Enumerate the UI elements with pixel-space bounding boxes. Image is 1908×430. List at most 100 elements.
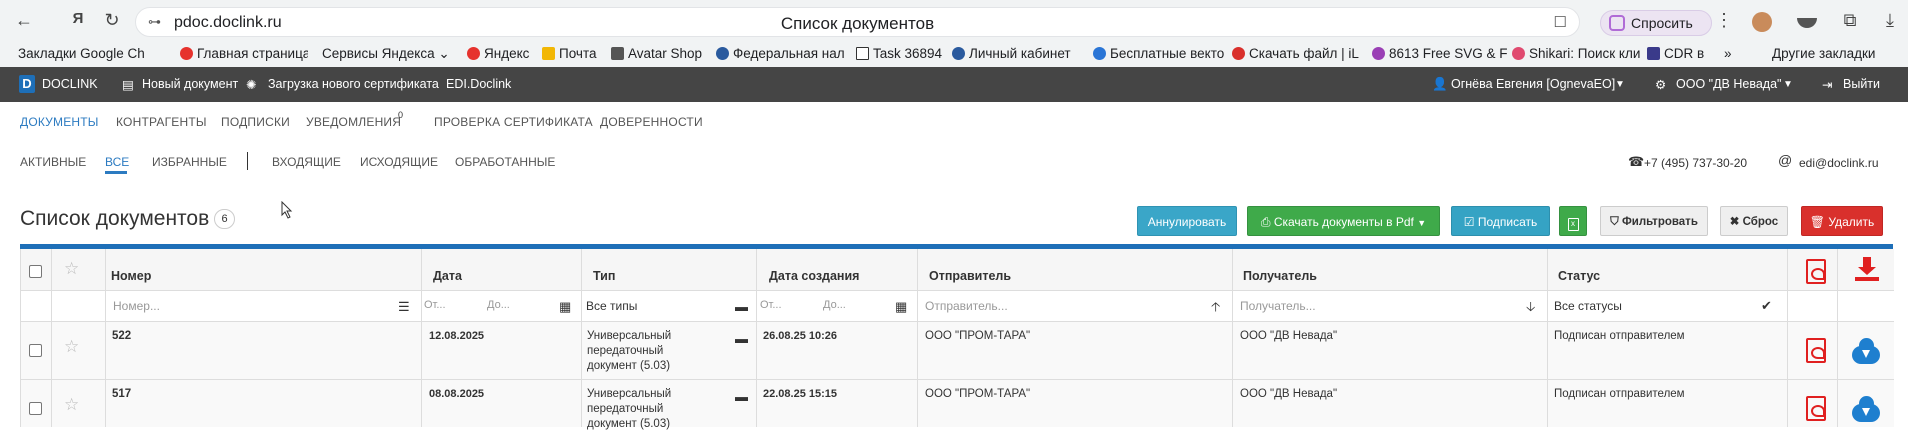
number-filter-input[interactable]: Номер... xyxy=(113,299,160,313)
tab-documents[interactable]: ДОКУМЕНТЫ xyxy=(20,115,99,129)
bookmark-item[interactable]: Главная страница xyxy=(180,46,308,61)
bookmark-item[interactable]: Закладки Google Ch xyxy=(18,46,158,61)
row-checkbox[interactable] xyxy=(29,344,42,357)
download-all-icon[interactable] xyxy=(1854,257,1880,283)
col-date[interactable]: Дата xyxy=(433,269,462,283)
extensions-icon[interactable]: ⧉ xyxy=(1838,10,1862,31)
arrow-down-icon[interactable]: 🡣 xyxy=(1526,298,1535,320)
tab-contractors[interactable]: КОНТРАГЕНТЫ xyxy=(116,115,207,129)
subtab-active[interactable]: АКТИВНЫЕ xyxy=(20,155,86,169)
reload-icon[interactable]: ↻ xyxy=(100,10,124,31)
list-icon[interactable]: ☰ xyxy=(398,299,410,315)
download-pdf-button[interactable]: ⎙ Скачать документы в Pdf ▼ xyxy=(1247,206,1440,236)
other-bookmarks[interactable]: Другие закладки xyxy=(1772,46,1902,61)
back-icon[interactable]: ← xyxy=(12,10,36,31)
folder-icon[interactable]: ▬ xyxy=(735,331,748,346)
bookmark-item[interactable]: Avatar Shop xyxy=(611,46,706,61)
bookmark-item[interactable]: Сервисы Яндекса ⌄ xyxy=(322,46,452,62)
logout-link[interactable]: Выйти xyxy=(1843,77,1880,91)
folder-icon[interactable]: ▬ xyxy=(735,299,748,314)
doc-number[interactable]: 517 xyxy=(112,388,131,400)
bookmark-label: Федеральная нал xyxy=(733,46,845,61)
subtab-outgoing[interactable]: ИСХОДЯЩИЕ xyxy=(360,155,438,169)
cloud-download-icon[interactable] xyxy=(1852,396,1880,422)
bookmark-item[interactable]: CDR в xyxy=(1647,46,1719,61)
delete-button[interactable]: 🗑 Удалить xyxy=(1801,206,1883,236)
pdf-icon[interactable] xyxy=(1806,259,1826,284)
bookmark-icon[interactable]: ☐ xyxy=(1554,13,1567,31)
calendar-icon[interactable]: ▦ xyxy=(559,299,571,315)
table-row[interactable]: ☆ 517 08.08.2025 Универсальный передаточ… xyxy=(21,380,1894,430)
doclink-logo-icon[interactable]: D xyxy=(19,75,35,93)
bookmark-item[interactable]: Task 36894 xyxy=(856,46,946,61)
subtab-processed[interactable]: ОБРАБОТАННЫЕ xyxy=(455,155,555,169)
col-sender[interactable]: Отправитель xyxy=(929,269,1011,283)
created-to-input[interactable]: До... xyxy=(823,299,846,311)
subtab-all[interactable]: ВСЕ xyxy=(105,155,129,169)
col-created[interactable]: Дата создания xyxy=(769,269,859,283)
pdf-icon[interactable] xyxy=(1806,338,1826,363)
col-type[interactable]: Тип xyxy=(593,269,615,283)
col-status[interactable]: Статус xyxy=(1558,269,1600,283)
more-bookmarks-icon[interactable]: » xyxy=(1724,46,1742,61)
menu-dots-icon[interactable]: ⋮ xyxy=(1712,10,1736,31)
tab-power-of-attorney[interactable]: ДОВЕРЕННОСТИ xyxy=(600,115,703,129)
select-all-checkbox[interactable] xyxy=(29,265,42,278)
phone-icon: ☎ xyxy=(1628,154,1645,169)
status-filter-select[interactable]: Все статусы xyxy=(1554,299,1622,313)
col-receiver[interactable]: Получатель xyxy=(1243,269,1317,283)
calendar-icon[interactable]: ▦ xyxy=(895,299,907,315)
doc-number[interactable]: 522 xyxy=(112,330,131,342)
excel-export-button[interactable]: x xyxy=(1559,206,1587,236)
star-icon[interactable]: ☆ xyxy=(64,337,79,357)
col-number[interactable]: Номер xyxy=(111,269,151,283)
sender-filter-input[interactable]: Отправитель... xyxy=(925,299,1008,313)
star-icon[interactable]: ☆ xyxy=(64,395,79,415)
tab-cert-check[interactable]: ПРОВЕРКА СЕРТИФИКАТА xyxy=(434,115,593,129)
brand-link[interactable]: DOCLINK xyxy=(42,77,98,91)
checkmark-icon[interactable]: ✔ xyxy=(1761,298,1772,314)
annul-button[interactable]: Аннулировать xyxy=(1137,206,1237,236)
bookmark-item[interactable]: Shikari: Поиск кли xyxy=(1512,46,1644,61)
folder-icon[interactable]: ▬ xyxy=(735,389,748,404)
type-filter-select[interactable]: Все типы xyxy=(586,299,637,313)
bookmark-item[interactable]: Скачать файл | iL xyxy=(1232,46,1367,61)
arrow-up-icon[interactable]: 🡡 xyxy=(1211,298,1220,320)
date-to-input[interactable]: До... xyxy=(487,299,510,311)
receiver-filter-input[interactable]: Получатель... xyxy=(1240,299,1316,313)
filter-button[interactable]: ⛉ Фильтровать xyxy=(1600,206,1708,236)
bookmark-item[interactable]: Яндекс xyxy=(467,46,547,61)
tab-notifications[interactable]: УВЕДОМЛЕНИЯ xyxy=(306,115,401,129)
table-row[interactable]: ☆ 522 12.08.2025 Универсальный передаточ… xyxy=(21,322,1894,380)
avatar[interactable] xyxy=(1752,12,1772,32)
tab-subscriptions[interactable]: ПОДПИСКИ xyxy=(221,115,290,129)
address-bar[interactable]: ⊶ pdoc.doclink.ru Список документов ☐ xyxy=(135,7,1580,37)
yandex-icon[interactable]: Я xyxy=(66,10,90,27)
bookmark-item[interactable]: Личный кабинет xyxy=(952,46,1082,61)
created-from-input[interactable]: От... xyxy=(760,299,782,311)
edi-link[interactable]: EDI.Doclink xyxy=(446,77,511,91)
bookmark-item[interactable]: Почта xyxy=(542,46,612,61)
date-from-input[interactable]: От... xyxy=(424,299,446,311)
bookmark-item[interactable]: 8613 Free SVG & F xyxy=(1372,46,1510,61)
new-document-link[interactable]: Новый документ xyxy=(142,77,238,91)
cloud-download-icon[interactable] xyxy=(1852,338,1880,364)
user-caret-icon: ▼ xyxy=(1615,79,1625,90)
ask-button[interactable]: Спросить xyxy=(1600,10,1712,36)
user-menu[interactable]: Огнёва Евгения [OgnevaEO] xyxy=(1451,77,1615,91)
subtab-favorites[interactable]: ИЗБРАННЫЕ xyxy=(152,155,227,169)
org-menu[interactable]: ООО "ДВ Невада" xyxy=(1676,77,1781,91)
star-icon[interactable]: ☆ xyxy=(64,259,79,279)
support-email[interactable]: edi@doclink.ru xyxy=(1799,156,1879,170)
row-checkbox[interactable] xyxy=(29,402,42,415)
download-icon[interactable]: ⤓ xyxy=(1878,10,1902,31)
reset-button[interactable]: ✖ Сброс xyxy=(1720,206,1788,236)
pdf-icon[interactable] xyxy=(1806,396,1826,421)
doc-receiver: ООО "ДВ Невада" xyxy=(1240,330,1338,342)
sign-button[interactable]: ☑ Подписать xyxy=(1451,206,1550,236)
bookmark-item[interactable]: Федеральная нал xyxy=(716,46,846,61)
extension-icon[interactable] xyxy=(1797,18,1817,28)
upload-cert-link[interactable]: Загрузка нового сертификата xyxy=(268,77,439,91)
subtab-incoming[interactable]: ВХОДЯЩИЕ xyxy=(272,155,341,169)
bookmark-item[interactable]: Бесплатные векто xyxy=(1093,46,1228,61)
